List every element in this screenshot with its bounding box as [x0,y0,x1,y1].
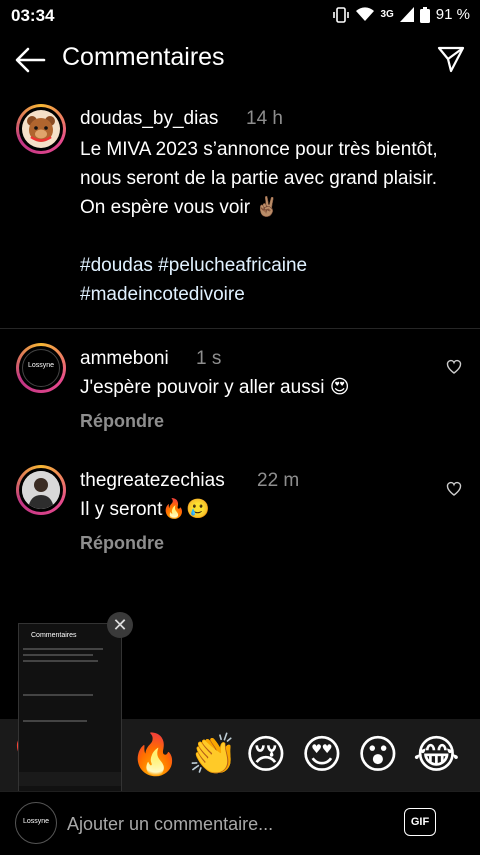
network-type: 3G [380,9,394,20]
arrow-left-icon [15,47,46,73]
heart-icon[interactable] [446,359,462,375]
thumbnail-preview-line [23,654,93,656]
back-button[interactable] [14,46,46,74]
emoji-laughing[interactable]: 😂 [413,731,460,779]
thumbnail-preview-line [23,694,93,696]
comment-text: Il y seront🔥🥲 [80,499,210,520]
caption-username[interactable]: doudas_by_dias [80,108,218,130]
header: Commentaires [0,38,480,82]
status-time: 03:34 [11,6,55,25]
thumbnail-preview-line [23,648,103,650]
comment-time: 22 m [257,470,300,491]
avatar[interactable] [16,465,66,515]
status-icons: 3G 91 % [332,6,470,23]
comment-input[interactable] [67,811,367,837]
comment-time: 1 s [196,348,222,369]
paper-plane-icon [437,46,465,73]
caption-text: Le MIVA 2023 s’annonce pour très bientôt… [80,139,438,218]
thumbnail-preview-line [23,660,98,662]
avatar[interactable]: Lossyne [16,343,66,393]
signal-icon [399,7,414,22]
caption-hashtags[interactable]: #doudas #pelucheafricaine #madeincotediv… [80,251,460,309]
bear-avatar-image [22,110,60,148]
user-photo-avatar-image [22,471,60,509]
battery-icon [419,6,430,23]
lossyne-avatar-image: Lossyne [22,349,60,387]
divider [0,328,480,329]
share-button[interactable] [436,44,466,74]
wifi-icon [356,7,375,22]
reply-button[interactable]: Répondre [80,411,164,432]
comment-username[interactable]: ammeboni [80,348,169,370]
comment-username[interactable]: thegreatezechias [80,470,225,492]
comment-text: J'espère pouvoir y aller aussi 😍 [80,377,350,398]
close-icon: ✕ [112,615,128,635]
comment-input-bar: Lossyne GIF [0,791,480,855]
emoji-clap[interactable]: 👏 [188,731,238,779]
thumbnail-close-button[interactable]: ✕ [107,612,133,638]
emoji-fire[interactable]: 🔥 [130,731,180,779]
heart-icon[interactable] [446,481,462,497]
battery-level: 91 % [435,6,470,23]
avatar[interactable] [16,104,66,154]
caption-time: 14 h [246,108,283,129]
page-title: Commentaires [62,43,225,71]
emoji-crying[interactable]: 😢 [245,731,287,779]
thumbnail-preview-line [23,720,87,722]
screenshot-thumbnail[interactable]: Commentaires [18,623,122,803]
reply-button[interactable]: Répondre [80,533,164,554]
thumbnail-title: Commentaires [31,632,77,639]
avatar: Lossyne [15,802,57,844]
gif-button[interactable]: GIF [404,808,436,836]
emoji-surprised[interactable]: 😮 [357,731,399,779]
status-bar: 03:34 3G 91 % [0,0,480,34]
thumbnail-preview-bar [19,772,121,786]
vibrate-icon [333,6,350,23]
emoji-heart-eyes[interactable]: 😍 [301,731,343,779]
